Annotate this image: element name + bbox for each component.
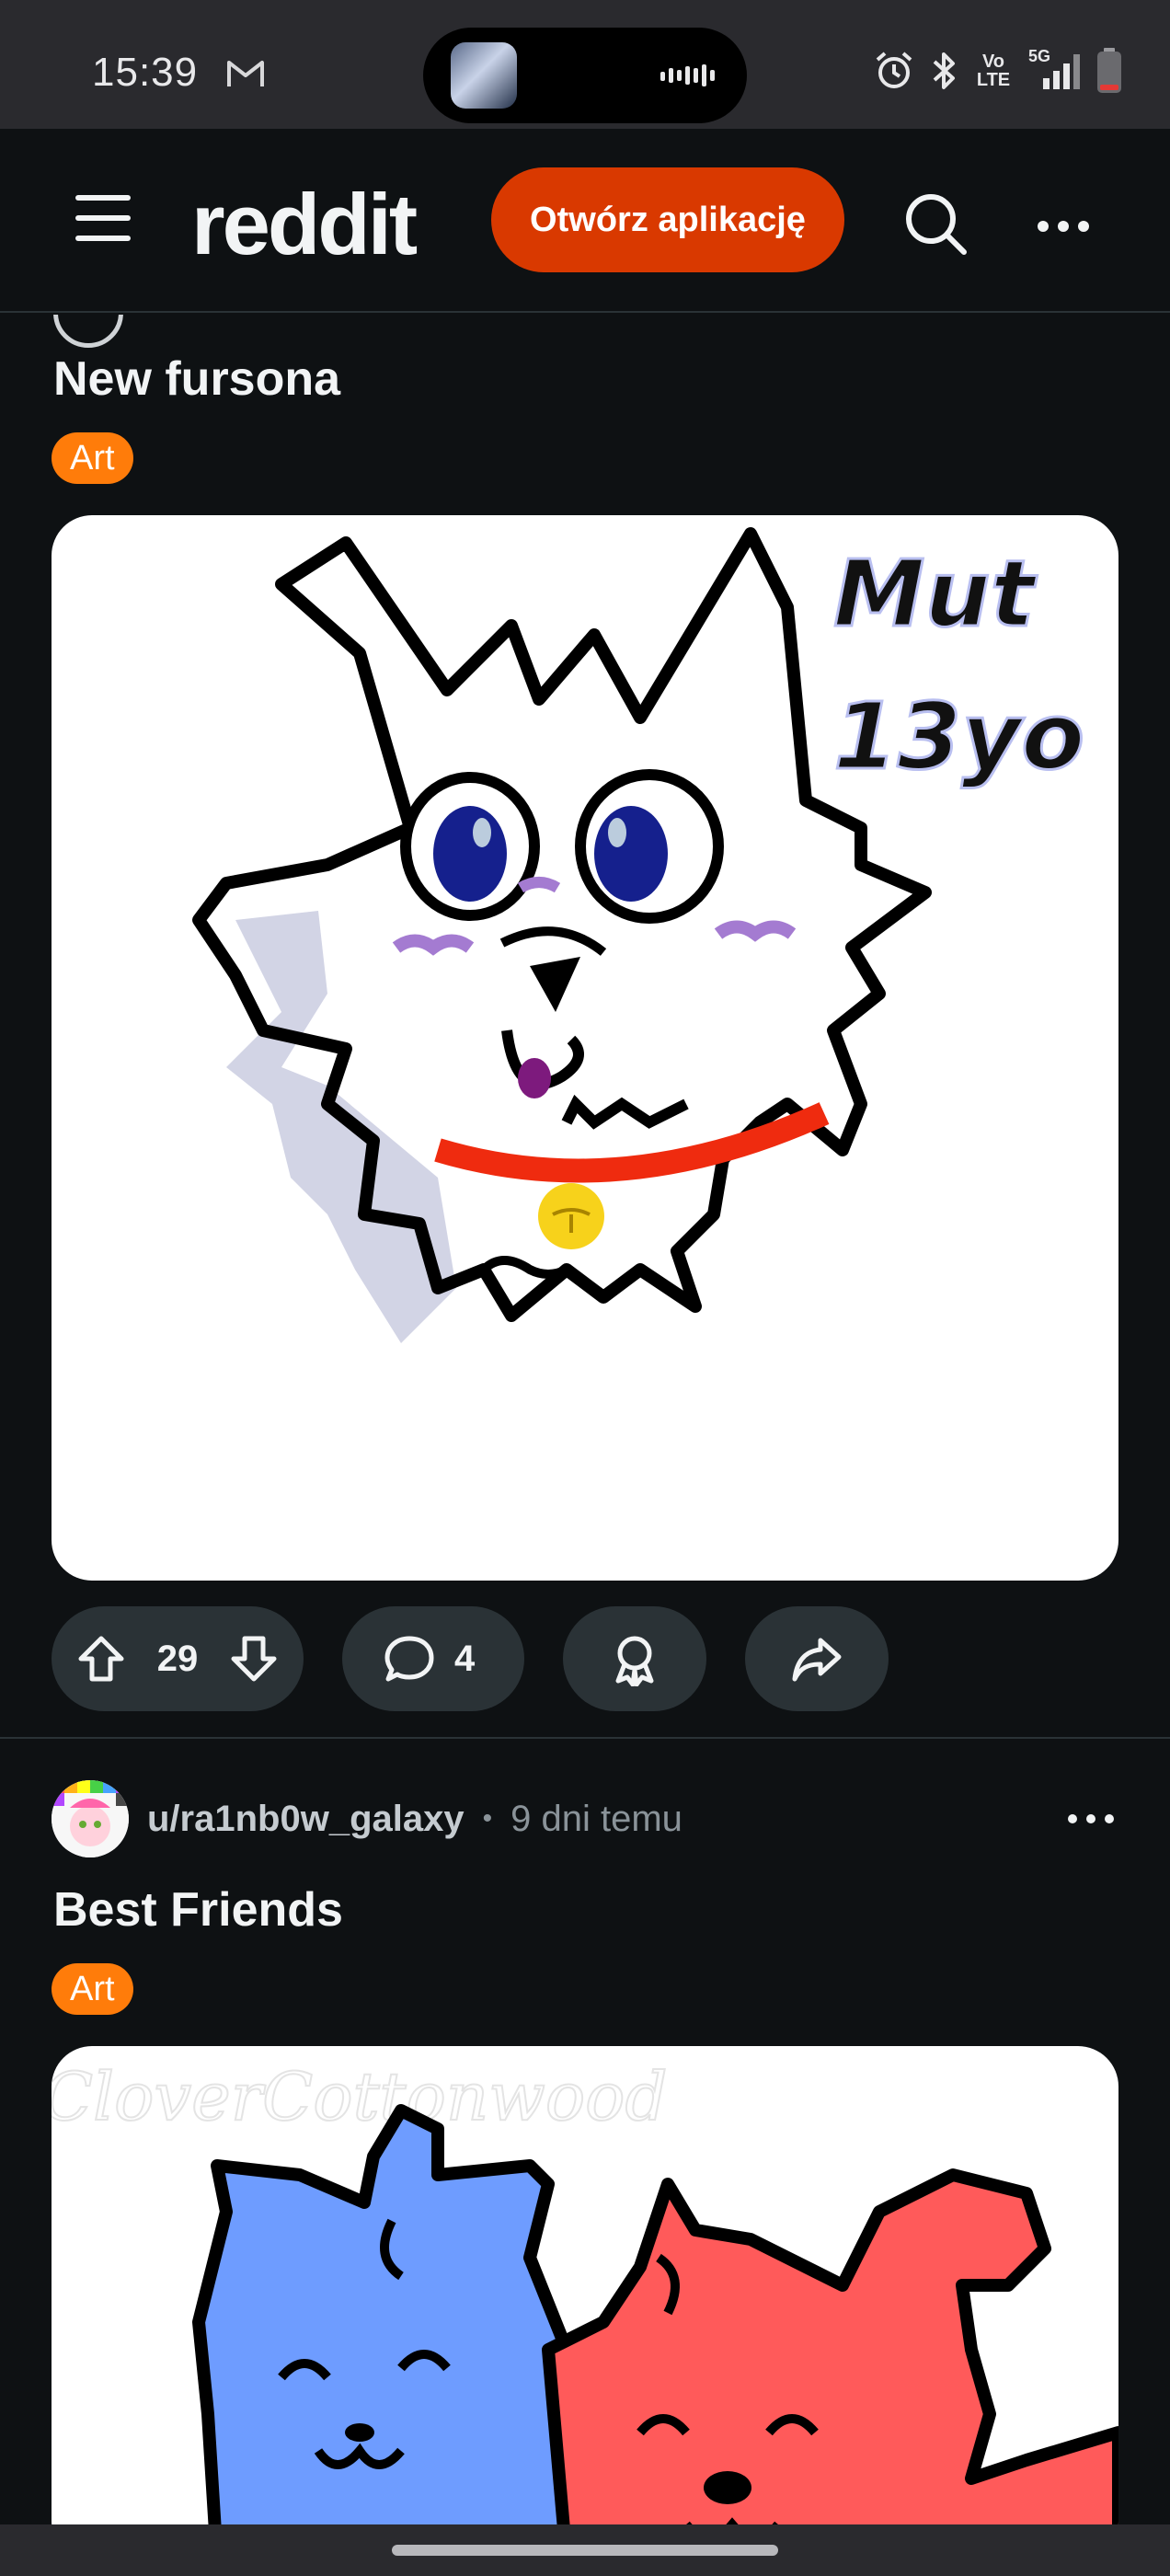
avatar[interactable] — [52, 1780, 129, 1857]
comment-icon — [384, 1636, 434, 1682]
more-icon[interactable] — [1063, 1805, 1118, 1833]
post-actions: 29 4 — [52, 1606, 889, 1711]
alarm-icon — [876, 52, 912, 88]
volte-icon: Vo LTE — [976, 52, 1011, 90]
status-bar: 15:39 Vo LTE 5G — [0, 0, 1170, 129]
post-divider — [0, 1737, 1170, 1739]
award-icon — [615, 1636, 654, 1686]
reddit-logo[interactable]: reddit — [191, 175, 418, 274]
vote-control: 29 — [52, 1606, 304, 1711]
vote-score: 29 — [156, 1638, 199, 1679]
post-age: 9 dni temu — [510, 1798, 682, 1839]
avatar[interactable] — [53, 315, 123, 348]
status-icons: Vo LTE 5G — [874, 47, 1122, 94]
downvote-icon[interactable] — [228, 1633, 280, 1685]
post-title[interactable]: Best Friends — [53, 1882, 343, 1938]
signal-icon: 5G — [1028, 47, 1080, 91]
image-caption-line-2: 13yo — [833, 683, 1084, 790]
home-indicator[interactable] — [392, 2545, 778, 2556]
share-icon — [792, 1638, 842, 1682]
app-header: reddit Otwórz aplikację — [0, 129, 1170, 313]
system-nav-bar — [0, 2524, 1170, 2576]
open-app-button[interactable]: Otwórz aplikację — [491, 167, 844, 272]
post-image[interactable]: Mut 13yo — [52, 515, 1118, 1581]
battery-icon — [1097, 48, 1121, 93]
post-flair[interactable]: Art — [52, 1963, 133, 2015]
dynamic-island[interactable] — [423, 28, 747, 123]
post-flair[interactable]: Art — [52, 432, 133, 484]
post-title[interactable]: New fursona — [53, 351, 340, 407]
audio-waveform-icon — [660, 64, 715, 86]
image-caption-line-1: Mut — [833, 540, 1038, 648]
gmail-icon — [227, 61, 264, 86]
fursona-drawing: Mut 13yo — [192, 527, 1086, 1343]
share-button[interactable] — [745, 1606, 889, 1711]
post-header: u/ra1nb0w_galaxy • 9 dni temu — [52, 1777, 1118, 1860]
search-icon[interactable] — [901, 190, 971, 259]
comment-count: 4 — [454, 1638, 476, 1679]
separator-dot: • — [482, 1803, 493, 1834]
post-image[interactable]: CloverCottonwood — [52, 2046, 1118, 2524]
menu-icon[interactable] — [75, 195, 131, 241]
more-icon[interactable] — [1036, 208, 1091, 245]
media-thumbnail — [451, 42, 517, 109]
best-friends-drawing: CloverCottonwood — [52, 2057, 1118, 2524]
award-button[interactable] — [563, 1606, 706, 1711]
clock: 15:39 — [92, 50, 199, 95]
post-author[interactable]: u/ra1nb0w_galaxy — [147, 1799, 465, 1840]
upvote-icon[interactable] — [75, 1633, 127, 1685]
comments-button[interactable]: 4 — [342, 1606, 524, 1711]
bluetooth-icon — [933, 52, 955, 89]
feed: New fursona Art Mut 13yo 29 4 u/ra1nb0w_… — [0, 315, 1170, 2524]
image-caption: CloverCottonwood — [52, 2058, 668, 2135]
